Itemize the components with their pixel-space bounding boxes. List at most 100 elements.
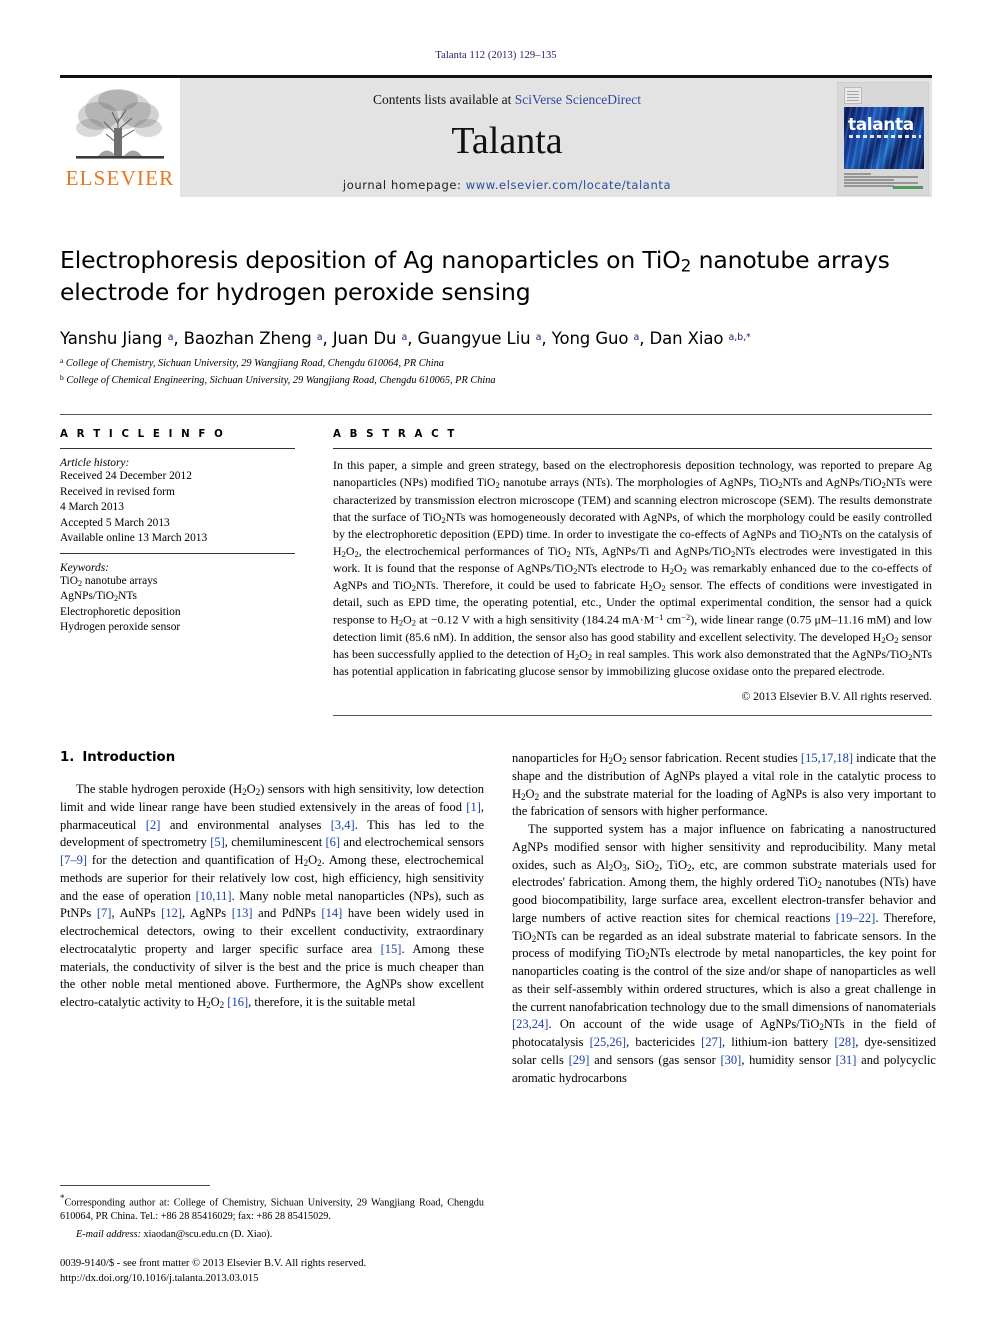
citation-link[interactable]: [2] [146, 818, 161, 832]
divider [333, 715, 932, 717]
paragraph: The supported system has a major influen… [512, 822, 937, 1085]
author-affil-marker: a [316, 331, 323, 343]
email-label: E-mail address: [76, 1228, 141, 1240]
corresponding-author-note: *Corresponding author at: College of Che… [60, 1192, 484, 1225]
citation-link[interactable]: [5] [210, 835, 225, 849]
affil-marker-b: b [60, 372, 64, 382]
cover-line [844, 179, 894, 181]
article-page: Talanta 112 (2013) 129–135 ELSEVIER Cont… [0, 0, 992, 1323]
body-column-right: nanoparticles for H2O2 sensor fabricatio… [512, 750, 936, 1087]
keyword-item: TiO2 nanotube arrays [60, 574, 158, 588]
paragraph: nanoparticles for H2O2 sensor fabricatio… [512, 751, 936, 819]
divider [60, 448, 295, 450]
homepage-url-link[interactable]: www.elsevier.com/locate/talanta [466, 178, 671, 192]
affil-marker-a: a [60, 355, 64, 365]
title-part-2: nanotube arrays [691, 246, 890, 274]
citation-link[interactable]: [13] [232, 906, 253, 920]
title-line-2: electrode for hydrogen peroxide sensing [60, 278, 531, 307]
divider [60, 552, 295, 554]
citation-link[interactable]: [19–22] [836, 911, 876, 925]
citation-link[interactable]: [28] [834, 1035, 855, 1049]
citation-link[interactable]: [12] [161, 906, 182, 920]
cover-green-mark [893, 186, 923, 189]
email-note: E-mail address: xiaodan@scu.edu.cn (D. X… [60, 1228, 484, 1242]
article-info-label: A R T I C L E I N F O [60, 429, 226, 441]
footnote-block: *Corresponding author at: College of Che… [60, 1185, 484, 1286]
abstract-label: A B S T R A C T [333, 429, 457, 441]
cover-line [844, 182, 918, 184]
citation-link[interactable]: [3,4] [331, 818, 355, 832]
citation-link[interactable]: [16] [227, 995, 248, 1009]
divider [333, 448, 932, 450]
footnote-divider [60, 1185, 210, 1186]
affiliation-a: a College of Chemistry, Sichuan Universi… [60, 356, 932, 372]
cover-line [844, 173, 872, 175]
cover-text-lines [844, 173, 924, 187]
contents-available-line: Contents lists available at SciVerse Sci… [373, 92, 641, 108]
journal-title: Talanta [451, 120, 563, 162]
elsevier-tree-icon [76, 89, 164, 159]
citation-link[interactable]: [10,11] [196, 889, 232, 903]
title-part-1: Electrophoresis deposition of Ag nanopar… [60, 246, 681, 274]
affiliation-a-text: College of Chemistry, Sichuan University… [65, 358, 444, 370]
citation-link[interactable]: [14] [321, 906, 342, 920]
keyword-item: AgNPs/TiO2NTs [60, 590, 137, 604]
author-affil-marker: a [167, 331, 174, 343]
citation-link[interactable]: [30] [721, 1053, 742, 1067]
citation-link[interactable]: [27] [701, 1035, 722, 1049]
keyword-item: Electrophoretic deposition [60, 605, 181, 618]
article-history-title: Article history: [60, 457, 130, 470]
title-block: Electrophoresis deposition of Ag nanopar… [60, 245, 932, 388]
author-affil-marker: a [401, 331, 408, 343]
elsevier-wordmark: ELSEVIER [65, 166, 175, 190]
body-column-left: 1. Introduction The stable hydrogen perox… [60, 750, 484, 1087]
journal-cover-thumbnail: talanta [834, 78, 932, 197]
section-heading-introduction: 1. Introduction [60, 750, 484, 765]
history-item: Received in revised form [60, 485, 175, 498]
citation-link[interactable]: [6] [326, 835, 341, 849]
article-info-column: A R T I C L E I N F O Article history: R… [60, 429, 315, 716]
keyword-item: Hydrogen peroxide sensor [60, 621, 181, 634]
abstract-text: In this paper, a simple and green strate… [333, 458, 933, 678]
citation-link[interactable]: [15,17,18] [801, 751, 853, 765]
homepage-prefix: journal homepage: [342, 178, 466, 192]
citation-link[interactable]: [25,26] [590, 1035, 626, 1049]
body-columns: 1. Introduction The stable hydrogen perox… [60, 750, 936, 1087]
contents-prefix: Contents lists available at [372, 92, 515, 107]
author-affil-marker: a [633, 331, 640, 343]
issn-copyright-block: 0039-9140/$ - see front matter © 2013 El… [60, 1256, 484, 1287]
citation-link[interactable]: [15] [381, 942, 402, 956]
history-item: 4 March 2013 [60, 501, 124, 514]
citation-link[interactable]: [1] [466, 800, 481, 814]
cover-publisher-mark-icon [844, 87, 862, 104]
masthead-center: Contents lists available at SciVerse Sci… [180, 78, 834, 197]
cover-inner: talanta [837, 82, 929, 196]
affiliation-b: b College of Chemical Engineering, Sichu… [60, 373, 932, 389]
citation-link[interactable]: [7–9] [60, 853, 87, 867]
citation-link[interactable]: [7] [97, 906, 112, 920]
issn-line: 0039-9140/$ - see front matter © 2013 El… [60, 1257, 367, 1269]
cover-title-text: talanta [848, 115, 914, 135]
history-item: Available online 13 March 2013 [60, 532, 208, 545]
cover-line [844, 185, 894, 187]
section-number: 1. [60, 750, 75, 766]
email-address[interactable]: xiaodan@scu.edu.cn (D. Xiao). [144, 1229, 273, 1240]
cover-line [844, 176, 918, 178]
journal-masthead: ELSEVIER Contents lists available at Sci… [60, 75, 932, 197]
history-item: Accepted 5 March 2013 [60, 516, 170, 529]
kw-sub: 2 [77, 578, 83, 588]
sciencedirect-link[interactable]: SciVerse ScienceDirect [515, 92, 641, 107]
info-abstract-row: A R T I C L E I N F O Article history: R… [60, 414, 933, 717]
citation-link[interactable]: [29] [569, 1053, 590, 1067]
abstract-copyright: © 2013 Elsevier B.V. All rights reserved… [741, 690, 932, 704]
doi-link[interactable]: http://dx.doi.org/10.1016/j.talanta.2013… [60, 1271, 484, 1286]
citation-link[interactable]: [31] [836, 1053, 857, 1067]
paragraph: The stable hydrogen peroxide (H2O2) sens… [60, 782, 485, 1010]
keywords-title: Keywords: [60, 561, 109, 574]
abstract-column: A B S T R A C T In this paper, a simple … [315, 429, 933, 717]
page-title: Electrophoresis deposition of Ag nanopar… [60, 245, 932, 309]
journal-homepage-line: journal homepage: www.elsevier.com/locat… [343, 178, 671, 192]
author-affil-marker: a [535, 331, 542, 343]
citation-link[interactable]: [23,24] [512, 1017, 548, 1031]
elsevier-logo: ELSEVIER [60, 78, 180, 197]
